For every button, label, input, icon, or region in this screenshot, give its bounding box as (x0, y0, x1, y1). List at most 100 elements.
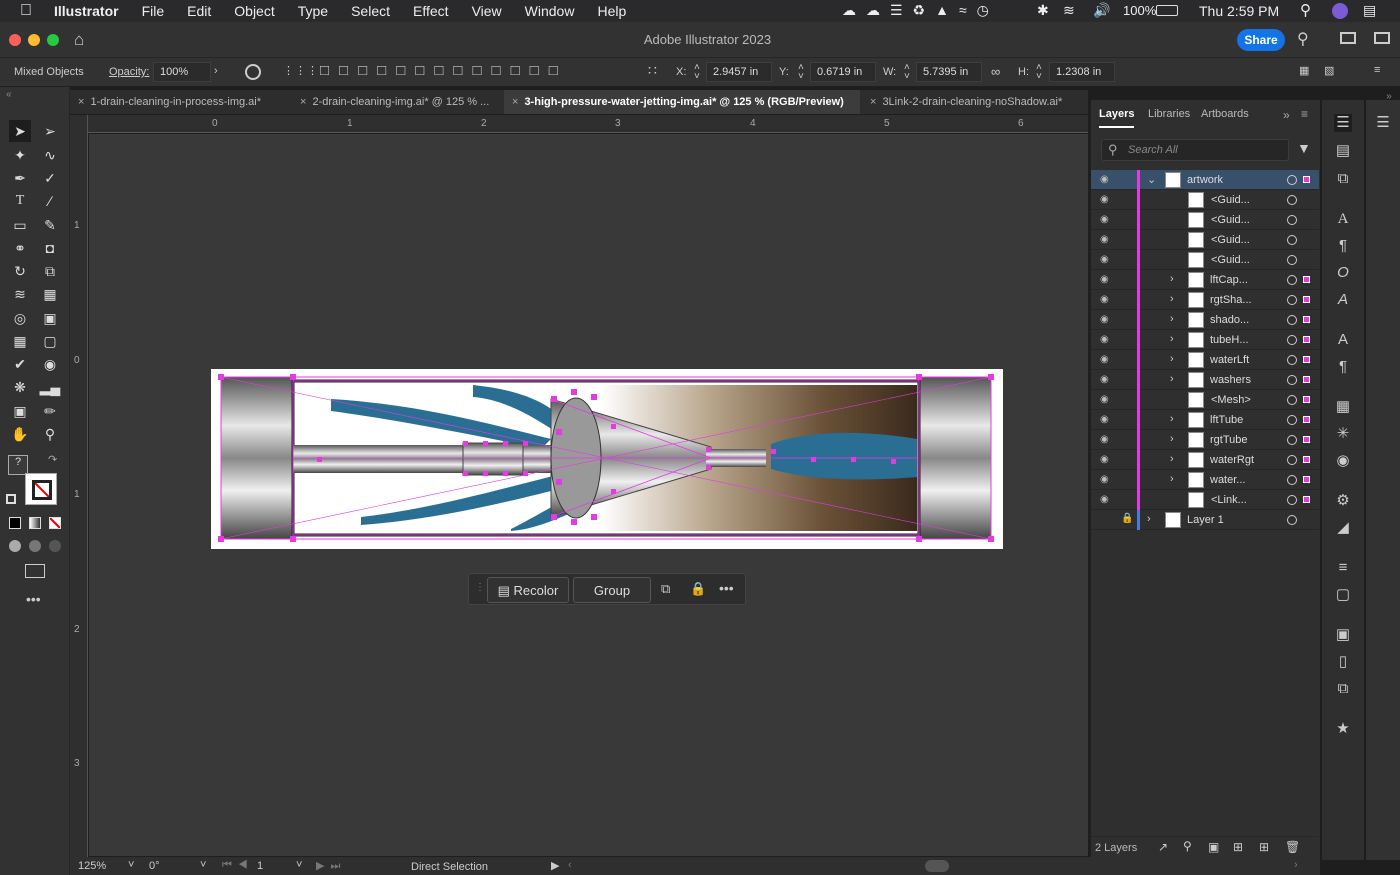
artboard-tool-icon[interactable]: ▣ (9, 400, 31, 422)
screen-mode-icon[interactable] (25, 564, 45, 578)
paragraph-styles-icon[interactable]: ¶ (1334, 358, 1352, 376)
stepper-icon[interactable]: ˄ ˅ (798, 63, 804, 82)
chevron-right-icon[interactable]: › (1170, 273, 1174, 285)
close-tab-icon[interactable]: × (78, 96, 84, 108)
clipping-mask-icon[interactable]: ▣ (1208, 840, 1219, 854)
zoom-tool-icon[interactable]: ⚲ (39, 423, 61, 445)
water-jet-right[interactable] (771, 432, 917, 480)
target-icon[interactable] (1287, 355, 1297, 365)
layer-name[interactable]: rgtSha... (1210, 294, 1252, 306)
stroke-panel-icon[interactable]: ≡ (1334, 559, 1352, 577)
tab-doc-3[interactable]: × 3-high-pressure-water-jetting-img.ai* @… (504, 90, 860, 114)
arrange-icon[interactable]: ▧ (1324, 64, 1334, 77)
canvas-area[interactable] (89, 134, 1088, 856)
home-icon[interactable]: ⌂ (74, 30, 84, 50)
target-icon[interactable] (1287, 315, 1297, 325)
search-field[interactable]: ⚲ Search All (1101, 139, 1289, 161)
properties-panel-icon[interactable]: ▤ (1334, 142, 1352, 160)
left-pipe-cap[interactable] (221, 377, 293, 539)
artboard-field[interactable]: 1 (257, 860, 297, 872)
target-icon[interactable] (1287, 235, 1297, 245)
transform-ref-icon[interactable]: ∷ (648, 62, 657, 79)
pen-tool-icon[interactable]: ✒ (9, 167, 31, 189)
selection-indicator[interactable] (1303, 296, 1310, 303)
layer-name[interactable]: waterRgt (1210, 454, 1254, 466)
rectangle-tool-icon[interactable]: ▭ (9, 214, 31, 236)
layer-row[interactable]: ◉ <Guid... (1091, 230, 1319, 250)
properties-sliders-icon[interactable]: ☰ (1374, 114, 1392, 132)
chevron-right-icon[interactable]: › (1170, 453, 1174, 465)
tab-libraries[interactable]: Libraries (1148, 100, 1190, 128)
chevron-right-icon[interactable]: › (1170, 353, 1174, 365)
layer-row[interactable]: ◉ <Link... (1091, 490, 1319, 510)
transform-icon[interactable]: ▦ (1299, 64, 1309, 77)
menu-object[interactable]: Object (234, 3, 274, 19)
lasso-icon[interactable]: ∿ (39, 144, 61, 166)
layer-row[interactable]: ◉ › shado... (1091, 310, 1319, 330)
menu-view[interactable]: View (472, 3, 502, 19)
layer-name[interactable]: waterLft (1210, 354, 1249, 366)
chevron-right-icon[interactable]: › (214, 65, 218, 77)
status-arrow-icon[interactable]: ▶ (551, 859, 559, 872)
layer-name[interactable]: <Guid... (1211, 194, 1250, 206)
recolor-button[interactable]: ▤ Recolor (487, 577, 569, 603)
x-field[interactable]: 2.9457 in (706, 62, 772, 82)
selection-indicator[interactable] (1303, 436, 1310, 443)
layer-name[interactable]: shado... (1210, 314, 1249, 326)
collapse-icon[interactable]: « (6, 89, 12, 100)
appearance-panel-icon[interactable]: ⚙ (1334, 492, 1352, 510)
target-icon[interactable] (1287, 255, 1297, 265)
drag-handle-icon[interactable]: ⋮ (475, 582, 485, 593)
eye-icon[interactable]: ◉ (1100, 354, 1112, 365)
eye-icon[interactable]: ◉ (1100, 414, 1112, 425)
panel-menu-icon[interactable]: ≡ (1301, 107, 1308, 121)
distribute-icon[interactable]: ⋮⋮⋮ (283, 64, 319, 77)
perspective-grid-icon[interactable]: ▣ (39, 307, 61, 329)
chevron-right-icon[interactable]: › (1170, 433, 1174, 445)
layer-row[interactable]: ◉ › lftCap... (1091, 270, 1319, 290)
chevron-right-icon[interactable]: › (1170, 373, 1174, 385)
tab-layers[interactable]: Layers (1099, 100, 1135, 128)
draw-inside-icon[interactable] (49, 540, 61, 552)
color-mode-icon[interactable] (9, 517, 21, 529)
color-guide-icon[interactable]: ◉ (1334, 452, 1352, 470)
menu-edit[interactable]: Edit (187, 3, 211, 19)
menu-help[interactable]: Help (597, 3, 626, 19)
layer-name[interactable]: artwork (1187, 174, 1223, 186)
layer-name[interactable]: lftTube (1210, 414, 1243, 426)
export-icon[interactable]: ↗ (1158, 840, 1168, 854)
selection-indicator[interactable] (1303, 456, 1310, 463)
layer-name[interactable]: lftCap... (1210, 274, 1248, 286)
selection-indicator[interactable] (1303, 496, 1310, 503)
chevron-right-icon[interactable]: › (1170, 313, 1174, 325)
scroll-left-icon[interactable]: ‹ (568, 859, 572, 871)
target-icon[interactable] (1287, 175, 1297, 185)
menu-file[interactable]: File (142, 3, 165, 19)
lock-icon[interactable]: 🔒 (690, 581, 706, 597)
close-tab-icon[interactable]: × (512, 96, 518, 108)
bluetooth-icon[interactable]: ✱ (1037, 2, 1049, 19)
right-pipe-cap[interactable] (919, 377, 991, 539)
slice-tool-icon[interactable]: ✏ (39, 400, 61, 422)
menu-effect[interactable]: Effect (413, 3, 449, 19)
stepper-icon[interactable]: ˄ ˅ (904, 63, 910, 82)
layer-row[interactable]: ◉ <Mesh> (1091, 390, 1319, 410)
target-icon[interactable] (1287, 275, 1297, 285)
selection-tool-icon[interactable]: ➤ (9, 120, 31, 142)
mesh-tool-icon[interactable]: ▦ (9, 330, 31, 352)
new-sublayer-icon[interactable]: ⊞ (1233, 840, 1243, 854)
chevron-right-icon[interactable]: › (1170, 413, 1174, 425)
target-icon[interactable] (1287, 415, 1297, 425)
layer-row-artwork[interactable]: ◉ ⌄ artwork (1091, 170, 1319, 190)
delete-icon[interactable]: 🗑 (1285, 840, 1300, 854)
chevron-right-icon[interactable]: › (1170, 333, 1174, 345)
chevron-down-icon[interactable]: ˅ (128, 859, 134, 871)
hand-tool-icon[interactable]: ✋ (9, 423, 31, 445)
wifi-icon[interactable]: ≋ (1063, 2, 1075, 19)
draw-behind-icon[interactable] (29, 540, 41, 552)
graphic-styles-icon[interactable]: ◢ (1334, 519, 1352, 537)
chevron-right-icon[interactable]: › (1147, 513, 1151, 525)
layer-row[interactable]: ◉ › water... (1091, 470, 1319, 490)
panel-collapse-icon[interactable]: » (1283, 108, 1290, 122)
menu-icon[interactable]: ≡ (1374, 64, 1380, 76)
